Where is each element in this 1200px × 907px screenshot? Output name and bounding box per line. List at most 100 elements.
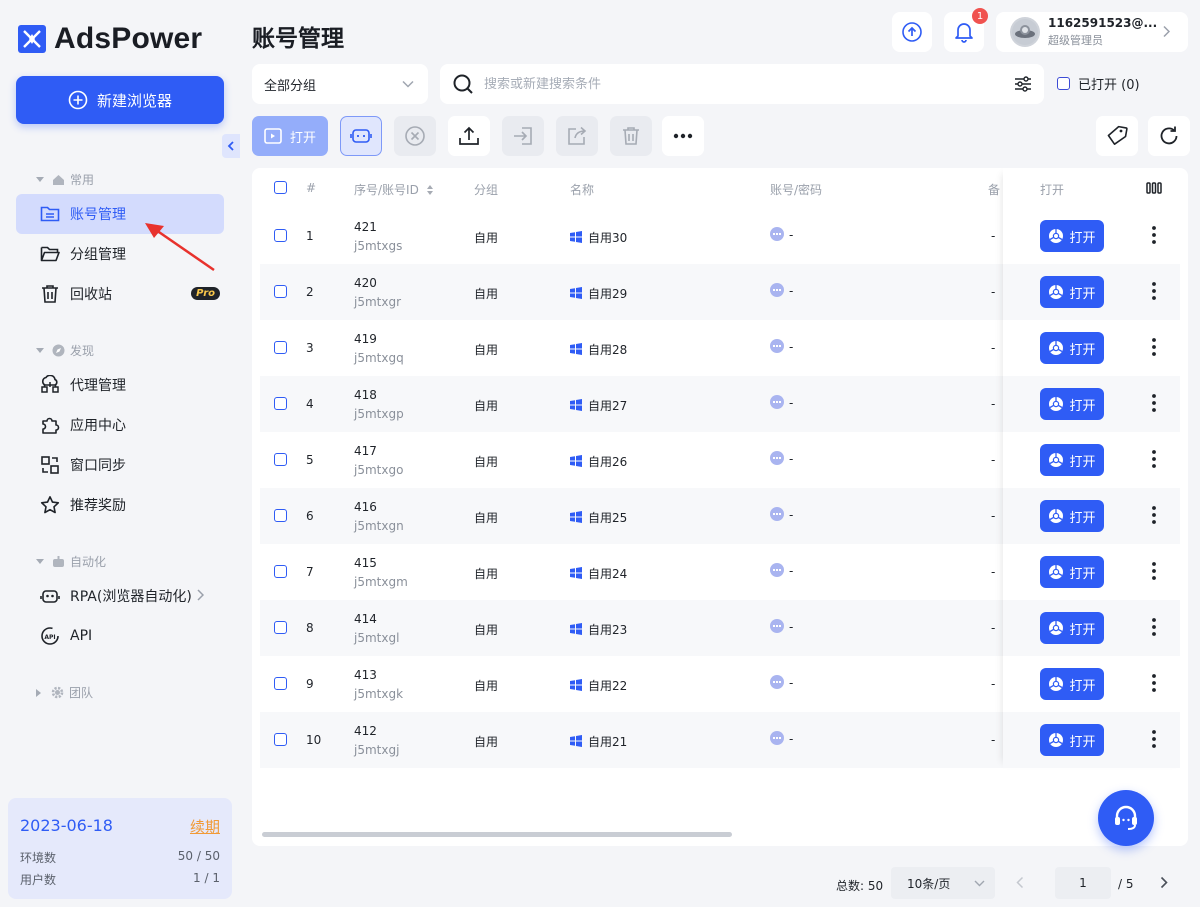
delete-button[interactable] — [610, 116, 652, 156]
row-name: 自用22 — [570, 677, 627, 694]
windows-icon — [570, 679, 588, 693]
share-button[interactable] — [556, 116, 598, 156]
row-remark: - — [991, 509, 996, 523]
section-common[interactable]: 常用 — [36, 171, 94, 188]
share-icon — [566, 126, 588, 146]
user-role: 超级管理员 — [1048, 34, 1103, 47]
sidebar-item-label: 账号管理 — [70, 207, 126, 223]
row-account: - — [770, 227, 793, 242]
filter-sliders-icon[interactable] — [1014, 76, 1032, 92]
caret-down-icon — [36, 177, 44, 182]
row-checkbox[interactable] — [274, 565, 287, 578]
refresh-icon — [1158, 125, 1180, 147]
row-name: 自用30 — [570, 229, 627, 246]
sidebar-item-label: API — [70, 628, 93, 644]
column-header-name: 名称 — [570, 183, 595, 197]
horizontal-scrollbar[interactable] — [262, 832, 732, 837]
row-profile-id: j5mtxgp — [354, 407, 404, 421]
svg-text:API: API — [44, 634, 55, 641]
app-logo[interactable]: AdsPower — [18, 22, 202, 56]
row-checkbox[interactable] — [274, 453, 287, 466]
column-header-index: # — [306, 181, 317, 195]
checkbox[interactable] — [1057, 77, 1070, 90]
row-checkbox[interactable] — [274, 341, 287, 354]
row-serial: 418 — [354, 388, 377, 402]
row-name: 自用27 — [570, 397, 627, 414]
row-checkbox[interactable] — [274, 229, 287, 242]
upload-sync-button[interactable] — [892, 12, 932, 52]
row-remark: - — [991, 397, 996, 411]
close-browser-button[interactable] — [394, 116, 436, 156]
section-title: 团队 — [69, 686, 94, 700]
sidebar-item-referral-rewards[interactable]: 推荐奖励 — [16, 485, 224, 525]
automation-icon — [52, 555, 70, 568]
tag-button[interactable] — [1096, 116, 1138, 156]
renew-link[interactable]: 续期 — [190, 816, 220, 837]
sidebar-item-label: 分组管理 — [70, 247, 126, 263]
compass-icon — [52, 344, 70, 357]
rpa-button[interactable] — [340, 116, 382, 156]
open-label: 打开 — [289, 130, 316, 146]
app-name: AdsPower — [54, 22, 203, 55]
section-automation[interactable]: 自动化 — [36, 553, 106, 570]
sidebar-item-app-center[interactable]: 应用中心 — [16, 405, 224, 445]
section-team[interactable]: 团队 — [36, 684, 93, 701]
sidebar-item-rpa[interactable]: RPA(浏览器自动化) — [16, 576, 224, 616]
row-profile-id: j5mtxgn — [354, 519, 404, 533]
tag-icon — [1106, 125, 1128, 147]
row-checkbox[interactable] — [274, 677, 287, 690]
row-serial: 419 — [354, 332, 377, 346]
opened-only-checkbox[interactable]: 已打开 (0) — [1057, 74, 1140, 93]
row-group: 自用 — [474, 455, 499, 469]
cloud-network-icon — [40, 375, 70, 395]
folder-open-icon — [40, 245, 70, 263]
column-header-remark: 备 — [988, 183, 1001, 197]
row-checkbox[interactable] — [274, 285, 287, 298]
sidebar-collapse-button[interactable] — [222, 134, 240, 158]
row-remark: - — [991, 677, 996, 691]
search-input[interactable] — [484, 76, 1014, 92]
customer-support-button[interactable] — [1098, 790, 1154, 846]
user-menu[interactable]: 1162591523@... 超级管理员 — [996, 12, 1188, 52]
more-actions-button[interactable] — [662, 116, 704, 156]
batch-open-button[interactable]: 打开 — [252, 116, 328, 156]
page-size-select[interactable]: 10条/页 — [891, 867, 995, 899]
user-count-label: 用户数 — [20, 873, 57, 887]
account-avatar-icon — [770, 339, 784, 353]
sidebar-item-label: 回收站 — [70, 287, 112, 303]
chevron-down-icon — [402, 80, 414, 88]
upload-button[interactable] — [448, 116, 490, 156]
page-number-input[interactable]: 1 — [1055, 867, 1111, 899]
section-title: 常用 — [70, 173, 95, 187]
row-index: 2 — [306, 285, 314, 299]
windows-icon — [570, 343, 588, 357]
row-account: - — [770, 563, 793, 578]
row-checkbox[interactable] — [274, 509, 287, 522]
sidebar-item-proxy-management[interactable]: 代理管理 — [16, 365, 224, 405]
next-page-button[interactable] — [1160, 876, 1168, 889]
new-browser-button[interactable]: 新建浏览器 — [16, 76, 224, 124]
sidebar-item-recycle-bin[interactable]: 回收站 Pro — [16, 274, 224, 314]
prev-page-button[interactable] — [1016, 876, 1024, 889]
section-discover[interactable]: 发现 — [36, 342, 94, 359]
row-account: - — [770, 675, 793, 690]
row-checkbox[interactable] — [274, 621, 287, 634]
select-all-checkbox[interactable] — [274, 181, 287, 194]
caret-down-icon — [36, 559, 44, 564]
headset-icon — [1111, 803, 1141, 833]
opened-filter-label: 已打开 (0) — [1078, 78, 1140, 93]
row-checkbox[interactable] — [274, 397, 287, 410]
row-checkbox[interactable] — [274, 733, 287, 746]
sidebar-item-api[interactable]: API API — [16, 616, 224, 656]
column-header-serial[interactable]: 序号/账号ID — [354, 181, 434, 198]
move-group-button[interactable] — [502, 116, 544, 156]
sidebar-item-window-sync[interactable]: 窗口同步 — [16, 445, 224, 485]
notifications-button[interactable]: 1 — [944, 8, 988, 52]
group-filter-select[interactable]: 全部分组 — [252, 64, 428, 104]
refresh-button[interactable] — [1148, 116, 1190, 156]
row-serial: 417 — [354, 444, 377, 458]
row-account: - — [770, 619, 793, 634]
row-index: 7 — [306, 565, 314, 579]
windows-icon — [570, 735, 588, 749]
row-name: 自用25 — [570, 509, 627, 526]
